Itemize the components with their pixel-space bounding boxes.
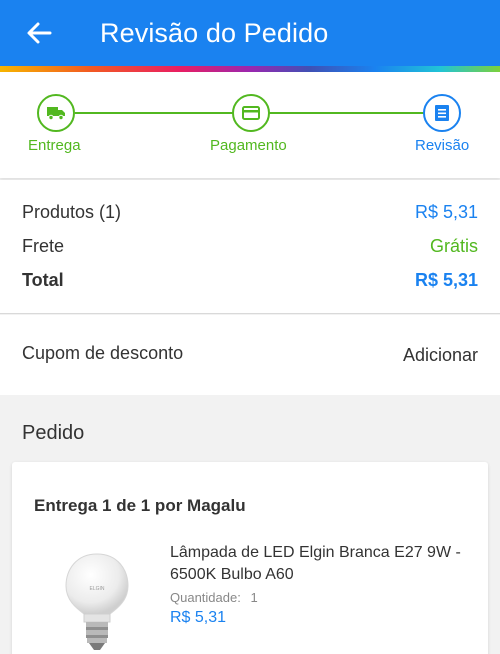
step-pagamento[interactable] [232, 94, 270, 132]
quantity-label: Quantidade: [170, 590, 241, 605]
order-summary: Produtos (1) R$ 5,31 Frete Grátis Total … [0, 180, 500, 314]
product-price: R$ 5,31 [170, 609, 227, 626]
summary-row-shipping: Frete Grátis [22, 236, 478, 257]
document-list-icon [435, 105, 449, 121]
shipping-value: Grátis [429, 236, 478, 256]
summary-row-total: Total R$ 5,31 [22, 270, 478, 291]
step-label-pagamento: Pagamento [210, 137, 287, 154]
step-entrega[interactable] [37, 94, 75, 132]
step-revisao[interactable] [423, 94, 461, 132]
total-label: Total [22, 270, 64, 290]
step-connector [269, 112, 425, 114]
product-quantity: Quantidade: 1 [170, 590, 258, 605]
step-connector [75, 112, 233, 114]
back-button[interactable] [22, 16, 56, 50]
coupon-label: Cupom de desconto [22, 343, 184, 363]
credit-card-icon [242, 106, 260, 120]
products-value: R$ 5,31 [414, 202, 478, 222]
product-name[interactable]: Lâmpada de LED Elgin Branca E27 9W - 650… [170, 542, 470, 586]
arrow-left-icon [27, 22, 52, 44]
order-section-title: Pedido [22, 422, 85, 444]
add-coupon-button[interactable]: Adicionar [403, 345, 478, 366]
truck-icon [47, 107, 65, 121]
light-bulb-product-image: ELGIN [65, 553, 129, 650]
delivery-card: Entrega 1 de 1 por Magalu ELGIN Lâmpada … [12, 462, 488, 654]
delivery-label: Entrega 1 de 1 por Magalu [34, 496, 246, 515]
bulb-brand-mark: ELGIN [89, 586, 104, 592]
step-label-revisao: Revisão [415, 137, 470, 154]
coupon-row[interactable]: Cupom de desconto Adicionar [0, 315, 500, 395]
step-label-entrega: Entrega [28, 137, 81, 154]
app-bar: Revisão do Pedido [0, 0, 500, 70]
checkout-stepper: Entrega Pagamento Revisão [0, 72, 500, 178]
shipping-label: Frete [22, 236, 65, 256]
page-title: Revisão do Pedido [100, 18, 329, 48]
quantity-value: 1 [250, 590, 258, 605]
summary-row-products: Produtos (1) R$ 5,31 [22, 202, 478, 223]
total-value: R$ 5,31 [414, 270, 478, 290]
products-label: Produtos (1) [22, 202, 122, 222]
